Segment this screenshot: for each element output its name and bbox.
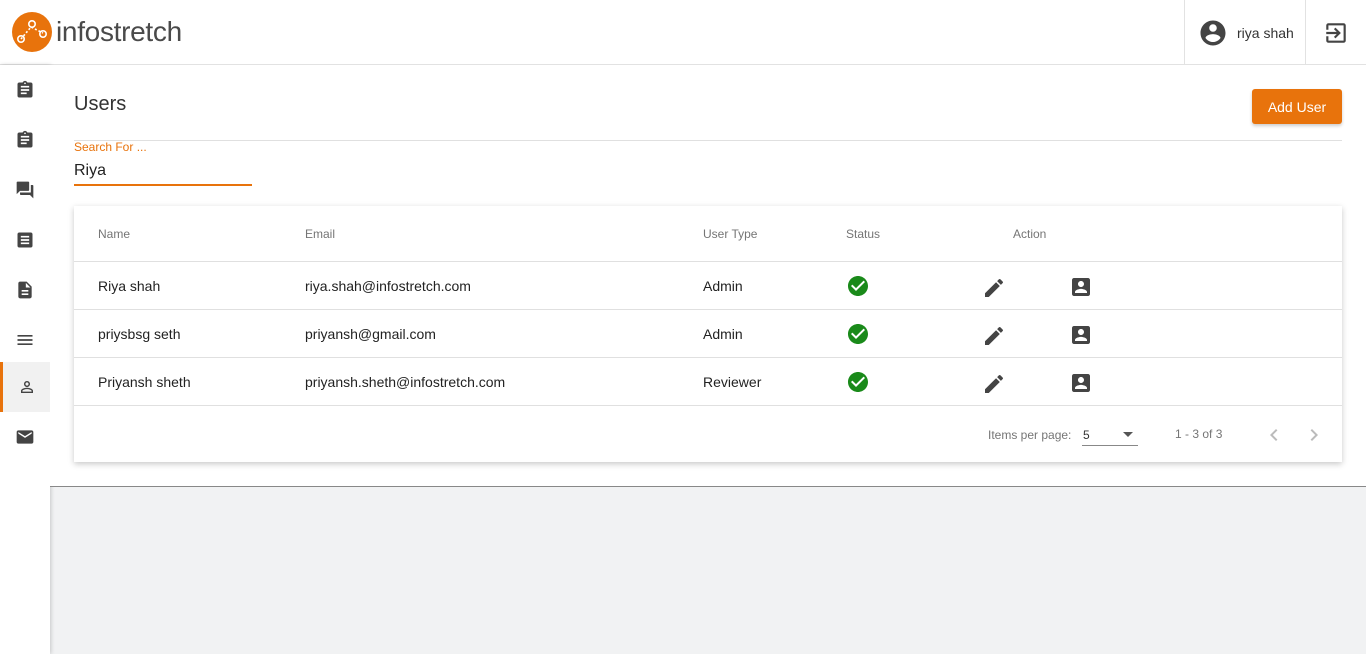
file-icon [18, 281, 32, 299]
nav-item-file[interactable] [0, 265, 50, 315]
main-content: Users Add User Search For ... Name Email… [50, 65, 1366, 487]
items-per-page-select[interactable]: 5 [1082, 426, 1138, 446]
check-circle-icon [848, 324, 868, 344]
infostretch-logo-icon [12, 12, 52, 52]
column-header-status[interactable]: Status [846, 227, 880, 241]
brand-logo[interactable]: infostretch [12, 12, 182, 52]
search-label: Search For ... [74, 140, 147, 154]
page-range: 1 - 3 of 3 [1175, 427, 1223, 441]
search-input[interactable] [74, 158, 252, 186]
users-table-card: Name Email User Type Status Action Riya … [74, 206, 1342, 462]
nav-item-clipboard-2[interactable] [0, 115, 50, 165]
person-icon [20, 381, 33, 393]
column-header-action: Action [1013, 227, 1047, 241]
clipboard-icon [17, 130, 33, 148]
account-box-icon[interactable] [1069, 323, 1093, 347]
logout-button[interactable] [1306, 0, 1366, 65]
table-row: Priyansh sheth priyansh.sheth@infostretc… [74, 357, 1342, 405]
nav-item-document-list[interactable] [0, 215, 50, 265]
nav-item-clipboard-1[interactable] [0, 65, 50, 115]
check-circle-icon [848, 372, 868, 392]
previous-page-icon[interactable] [1262, 423, 1286, 447]
table-row: priysbsg seth priyansh@gmail.com Admin [74, 309, 1342, 357]
nav-item-mail[interactable] [0, 412, 50, 462]
user-type: Reviewer [703, 374, 762, 390]
menu-icon [17, 335, 33, 345]
username: riya shah [1237, 24, 1294, 41]
brand-name: infostretch [56, 16, 182, 47]
account-box-icon[interactable] [1069, 275, 1093, 299]
nav-item-users[interactable] [0, 362, 50, 412]
user-name: Priyansh sheth [98, 374, 191, 390]
edit-icon[interactable] [982, 372, 1006, 396]
user-email: priyansh@gmail.com [305, 326, 436, 342]
paginator: Items per page: 5 1 - 3 of 3 [74, 405, 1342, 462]
items-per-page-value: 5 [1083, 428, 1090, 442]
document-list-icon [17, 232, 33, 248]
column-header-user-type[interactable]: User Type [703, 227, 757, 241]
table-row: Riya shah riya.shah@infostretch.com Admi… [74, 261, 1342, 309]
column-header-email[interactable]: Email [305, 227, 335, 241]
user-type: Admin [703, 326, 743, 342]
mail-icon [16, 430, 34, 444]
clipboard-icon [17, 80, 33, 98]
divider [74, 140, 1342, 141]
user-email: priyansh.sheth@infostretch.com [305, 374, 506, 390]
logout-icon [1326, 22, 1346, 43]
add-user-button[interactable]: Add User [1252, 89, 1342, 124]
side-nav [0, 65, 50, 654]
edit-icon[interactable] [982, 276, 1006, 300]
items-per-page-label: Items per page: [988, 428, 1072, 442]
chat-icon [16, 181, 34, 199]
top-bar: infostretch riya shah [0, 0, 1366, 65]
next-page-icon[interactable] [1302, 423, 1326, 447]
dropdown-arrow-icon [1123, 432, 1133, 437]
user-menu[interactable]: riya shah [1184, 0, 1306, 65]
user-type: Admin [703, 278, 743, 294]
user-name: priysbsg seth [98, 326, 181, 342]
nav-item-chat[interactable] [0, 165, 50, 215]
check-circle-icon [848, 276, 868, 296]
nav-item-menu[interactable] [0, 315, 50, 365]
account-circle-icon [1200, 20, 1226, 45]
user-name: Riya shah [98, 278, 161, 294]
user-email: riya.shah@infostretch.com [305, 278, 471, 294]
column-header-name[interactable]: Name [98, 227, 130, 241]
edit-icon[interactable] [982, 324, 1006, 348]
account-box-icon[interactable] [1069, 371, 1093, 395]
page-title: Users [74, 93, 127, 115]
